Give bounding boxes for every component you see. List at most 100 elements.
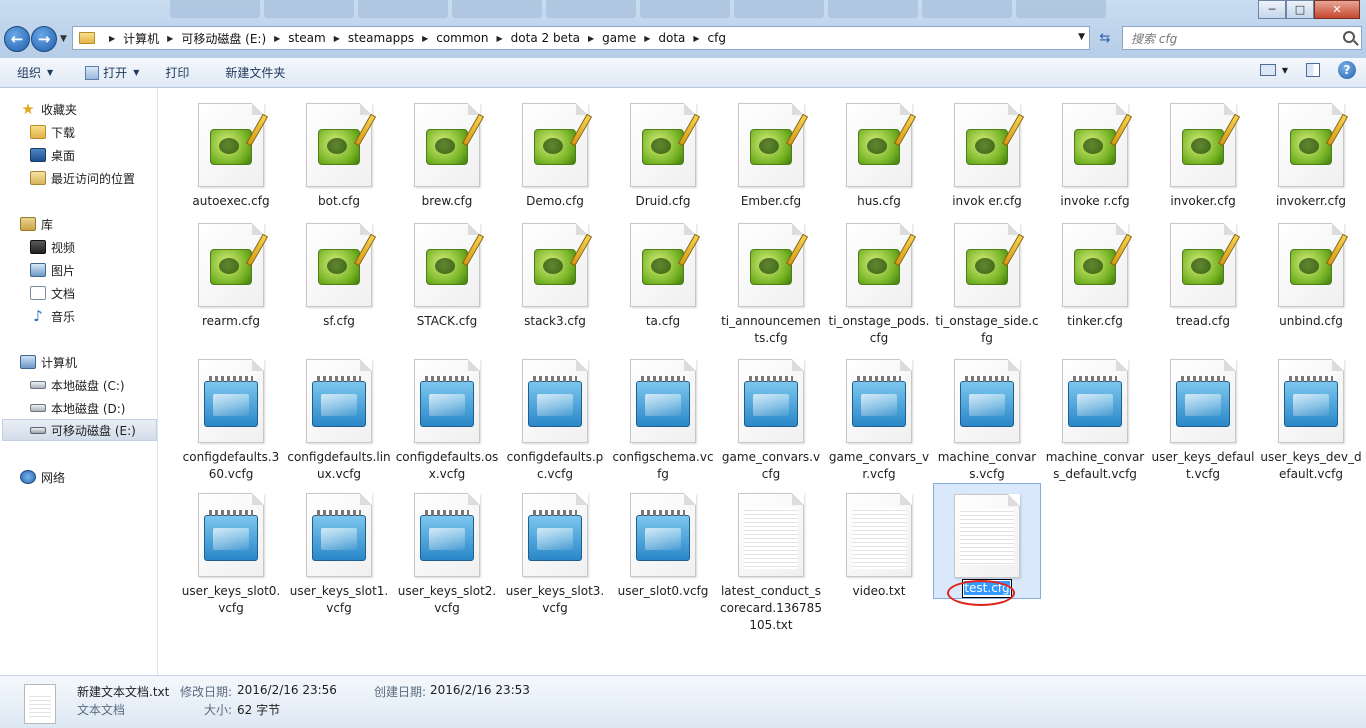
file-item[interactable]: configdefaults.360.vcfg <box>177 349 285 483</box>
file-item[interactable]: user_keys_dev_default.vcfg <box>1257 349 1365 483</box>
file-item[interactable]: bot.cfg <box>285 93 393 210</box>
file-item[interactable]: Druid.cfg <box>609 93 717 210</box>
address-dropdown-icon[interactable]: ▼ <box>1078 32 1085 42</box>
refresh-icon[interactable]: ⇆ <box>1094 28 1116 48</box>
notepad-icon <box>846 359 912 443</box>
sidebar-item-music[interactable]: ♪ 音乐 <box>30 305 75 327</box>
breadcrumb-separator-icon[interactable]: ▶ <box>644 34 650 43</box>
file-name: invoke r.cfg <box>1060 194 1130 208</box>
open-icon <box>85 65 100 80</box>
notepad-icon <box>522 359 588 443</box>
notepad-plus-plus-icon <box>1170 223 1241 307</box>
breadcrumb-item[interactable]: dota 2 beta <box>511 31 580 45</box>
minimize-button[interactable]: ─ <box>1258 0 1286 19</box>
breadcrumb-separator-icon[interactable]: ▶ <box>497 34 503 43</box>
breadcrumb-separator-icon[interactable]: ▶ <box>274 34 280 43</box>
file-item[interactable]: Ember.cfg <box>717 93 825 210</box>
file-item[interactable]: ti_onstage_pods.cfg <box>825 213 933 347</box>
file-item[interactable]: configschema.vcfg <box>609 349 717 483</box>
breadcrumb-separator-icon[interactable]: ▶ <box>693 34 699 43</box>
file-item[interactable]: brew.cfg <box>393 93 501 210</box>
sidebar-item-computer[interactable]: 计算机 <box>20 351 77 373</box>
sidebar-item-documents[interactable]: 文档 <box>30 282 75 304</box>
notepad-plus-plus-icon <box>198 103 269 187</box>
file-item[interactable]: rearm.cfg <box>177 213 285 330</box>
breadcrumb-item[interactable]: common <box>436 31 488 45</box>
notepad-icon <box>1170 359 1236 443</box>
file-item[interactable]: user_keys_slot3.vcfg <box>501 483 609 617</box>
file-item[interactable]: user_slot0.vcfg <box>609 483 717 600</box>
file-item[interactable]: user_keys_slot2.vcfg <box>393 483 501 617</box>
breadcrumb-item[interactable]: 计算机 <box>123 30 159 47</box>
search-input[interactable]: 搜索 cfg <box>1122 26 1362 50</box>
breadcrumb-item[interactable]: cfg <box>708 31 726 45</box>
breadcrumb-item[interactable]: game <box>602 31 636 45</box>
file-item[interactable]: ti_announcements.cfg <box>717 213 825 347</box>
print-button[interactable]: 打印 <box>156 61 198 85</box>
file-item[interactable]: ti_onstage_side.cfg <box>933 213 1041 347</box>
new-folder-button[interactable]: 新建文件夹 <box>216 61 294 85</box>
file-item[interactable]: user_keys_slot0.vcfg <box>177 483 285 617</box>
sidebar-item-label: 下载 <box>51 125 76 140</box>
sidebar-item-favorites[interactable]: ★ 收藏夹 <box>20 98 77 120</box>
file-item[interactable]: machine_convars.vcfg <box>933 349 1041 483</box>
file-name: Ember.cfg <box>740 194 802 208</box>
sidebar-item-libraries[interactable]: 库 <box>20 213 53 235</box>
file-item[interactable]: latest_conduct_scorecard.136785105.txt <box>717 483 825 634</box>
breadcrumb-item[interactable]: steamapps <box>348 31 414 45</box>
file-item[interactable]: configdefaults.osx.vcfg <box>393 349 501 483</box>
sidebar-item-recent[interactable]: 最近访问的位置 <box>30 167 135 189</box>
file-item[interactable]: invoke r.cfg <box>1041 93 1149 210</box>
organize-menu[interactable]: 组织 ▼ <box>8 61 62 85</box>
notepad-plus-plus-icon <box>738 223 809 307</box>
file-item[interactable]: machine_convars_default.vcfg <box>1041 349 1149 483</box>
search-icon[interactable] <box>1343 31 1355 43</box>
file-item[interactable]: video.txt <box>825 483 933 600</box>
file-item[interactable]: user_keys_default.vcfg <box>1149 349 1257 483</box>
sidebar-item-downloads[interactable]: 下载 <box>30 121 75 143</box>
folder-icon <box>79 32 95 44</box>
file-item[interactable]: tinker.cfg <box>1041 213 1149 330</box>
file-item[interactable]: game_convars.vcfg <box>717 349 825 483</box>
file-item[interactable]: invok er.cfg <box>933 93 1041 210</box>
breadcrumb-separator-icon[interactable]: ▶ <box>334 34 340 43</box>
file-item[interactable]: ta.cfg <box>609 213 717 330</box>
address-bar[interactable]: ▶ 计算机 ▶ 可移动磁盘 (E:) ▶ steam ▶ steamapps ▶ common ▶… <box>72 26 1090 50</box>
forward-button[interactable]: → <box>31 26 57 52</box>
file-item[interactable]: stack3.cfg <box>501 213 609 330</box>
maximize-button[interactable]: □ <box>1286 0 1314 19</box>
sidebar-item-drive-c[interactable]: 本地磁盘 (C:) <box>30 374 125 396</box>
sidebar-item-network[interactable]: 网络 <box>20 466 65 488</box>
file-item[interactable]: tread.cfg <box>1149 213 1257 330</box>
back-button[interactable]: ← <box>4 26 30 52</box>
file-item[interactable]: invoker.cfg <box>1149 93 1257 210</box>
breadcrumb-separator-icon[interactable]: ▶ <box>422 34 428 43</box>
file-item[interactable]: STACK.cfg <box>393 213 501 330</box>
sidebar-item-pictures[interactable]: 图片 <box>30 259 75 281</box>
preview-pane-icon[interactable] <box>1306 63 1320 77</box>
breadcrumb-separator-icon[interactable]: ▶ <box>588 34 594 43</box>
breadcrumb-item[interactable]: 可移动磁盘 (E:) <box>181 30 266 47</box>
file-item[interactable]: user_keys_slot1.vcfg <box>285 483 393 617</box>
file-item[interactable]: unbind.cfg <box>1257 213 1365 330</box>
breadcrumb-item[interactable]: dota <box>658 31 685 45</box>
file-item[interactable]: invokerr.cfg <box>1257 93 1365 210</box>
sidebar-item-videos[interactable]: 视频 <box>30 236 75 258</box>
sidebar-item-drive-e[interactable]: 可移动磁盘 (E:) <box>2 419 157 441</box>
file-item[interactable]: autoexec.cfg <box>177 93 285 210</box>
file-item[interactable]: hus.cfg <box>825 93 933 210</box>
file-item[interactable]: Demo.cfg <box>501 93 609 210</box>
history-dropdown-icon[interactable]: ▼ <box>60 34 67 44</box>
file-item[interactable]: game_convars_vr.vcfg <box>825 349 933 483</box>
breadcrumb-separator-icon[interactable]: ▶ <box>167 34 173 43</box>
help-icon[interactable]: ? <box>1338 61 1356 79</box>
file-item[interactable]: configdefaults.linux.vcfg <box>285 349 393 483</box>
file-item[interactable]: configdefaults.pc.vcfg <box>501 349 609 483</box>
sidebar-item-desktop[interactable]: 桌面 <box>30 144 75 166</box>
file-item[interactable]: sf.cfg <box>285 213 393 330</box>
open-menu[interactable]: 打开 ▼ <box>76 61 148 85</box>
sidebar-item-drive-d[interactable]: 本地磁盘 (D:) <box>30 397 125 419</box>
change-view-button[interactable]: ▼ <box>1259 64 1288 76</box>
close-button[interactable]: ✕ <box>1314 0 1360 19</box>
breadcrumb-item[interactable]: steam <box>288 31 325 45</box>
